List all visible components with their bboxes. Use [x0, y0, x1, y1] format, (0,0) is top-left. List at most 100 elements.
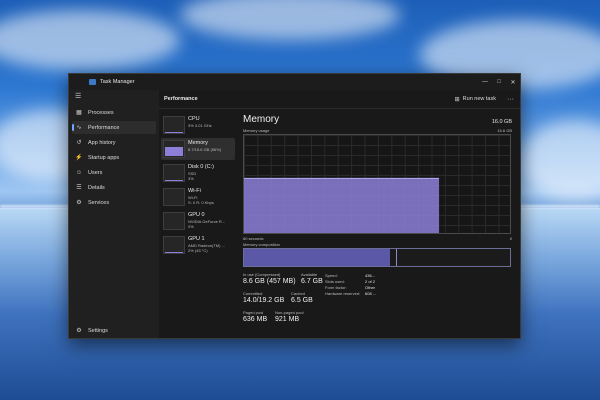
mini-graph-fill [165, 147, 183, 156]
processes-icon: ▦ [76, 110, 82, 116]
stat-paged-pool: Paged pool 636 MB [243, 310, 267, 323]
users-icon: ☺ [75, 169, 83, 176]
card-title: Memory [188, 140, 208, 146]
detail-label: Hardware reserved: [325, 291, 361, 296]
stat-value: 8.6 GB (457 MB) [243, 278, 296, 285]
stat-committed: Committed 14.0/19.2 GB [243, 291, 284, 304]
stat-label: Non-paged pool [275, 310, 304, 315]
title-bar[interactable]: Task Manager — □ ✕ [69, 74, 520, 90]
mini-graph [163, 188, 185, 206]
hamburger-menu-icon[interactable]: ☰ [75, 92, 81, 100]
stat-label: Committed [243, 291, 263, 296]
stat-cached: Cached 6.5 GB [291, 291, 313, 304]
sidebar-item-label: Startup apps [88, 154, 120, 161]
detail-value: 2 of 2 [365, 279, 376, 284]
resource-card-memory[interactable]: Memory 8.7/15.6 GB (56%) [161, 138, 235, 160]
memory-panel: Memory 16.0 GB Memory usage 15.6 GB 60 s… [239, 110, 520, 338]
card-subtitle: 3% 3.01 GHz [188, 123, 212, 128]
task-manager-logo-icon [89, 79, 96, 85]
memory-composition-bar [243, 248, 511, 267]
window-controls: — □ ✕ [478, 74, 520, 90]
window-title: Task Manager [100, 79, 135, 85]
card-subtitle: 8.7/15.6 GB (56%) [188, 147, 222, 152]
minimize-icon[interactable]: — [478, 74, 492, 90]
sidebar-item-startup-apps[interactable]: ⚡ Startup apps [72, 151, 156, 164]
sidebar-item-processes[interactable]: ▦ Processes [72, 106, 156, 119]
detail-value: Other [365, 285, 376, 290]
sidebar: ☰ ▦ Processes ∿ Performance ↺ App histor… [69, 90, 159, 338]
sidebar-item-label: Details [88, 184, 105, 191]
stat-value: 6.7 GB [301, 278, 323, 285]
detail-label: Slots used: [325, 279, 345, 284]
stat-available: Available 6.7 GB [301, 272, 323, 285]
cloud [180, 0, 400, 40]
sidebar-item-app-history[interactable]: ↺ App history [72, 136, 156, 149]
stat-value: 14.0/19.2 GB [243, 297, 285, 304]
task-manager-window: Task Manager — □ ✕ ☰ ▦ Processes ∿ Perfo… [68, 73, 521, 339]
detail-label: Speed: [325, 273, 338, 278]
sidebar-item-performance[interactable]: ∿ Performance [72, 121, 156, 134]
stat-nonpaged-pool: Non-paged pool 921 MB [275, 310, 303, 323]
resource-card-disk[interactable]: Disk 0 (C:) SSD 3% [161, 162, 235, 184]
card-title: Disk 0 (C:) [188, 164, 214, 170]
detail-value: 436... [365, 273, 376, 278]
memory-usage-max: 15.6 GB [497, 128, 512, 133]
memory-usage-graph [243, 134, 511, 234]
history-icon: ↺ [76, 140, 82, 146]
composition-modified [395, 249, 397, 266]
detail-value: 608 ... [365, 291, 377, 296]
sidebar-item-details[interactable]: ☰ Details [72, 181, 156, 194]
settings-icon: ⚙ [76, 328, 82, 334]
performance-icon: ∿ [76, 125, 82, 131]
mini-graph [163, 116, 185, 134]
detail-label: Form factor: [325, 285, 347, 290]
card-value: 2% (45 °C) [188, 248, 208, 253]
memory-usage-chart [244, 177, 440, 233]
card-title: CPU [188, 116, 200, 122]
resource-list: CPU 3% 3.01 GHz Memory 8.7/15.6 GB (56%)… [159, 110, 237, 338]
cloud [0, 10, 180, 70]
stat-in-use: In use (Compressed) 8.6 GB (457 MB) [243, 272, 296, 285]
sidebar-item-services[interactable]: ⚙ Services [72, 196, 156, 209]
graph-time-end: 0 [509, 236, 512, 241]
resource-card-cpu[interactable]: CPU 3% 3.01 GHz [161, 114, 235, 136]
run-new-task-button[interactable]: ⊞ Run new task [455, 96, 496, 103]
graph-time-label: 60 seconds [243, 236, 264, 241]
card-title: GPU 1 [188, 236, 205, 242]
main-content: Performance ⊞ Run new task ··· CPU 3% 3.… [159, 90, 520, 338]
page-title: Performance [164, 96, 198, 102]
mini-graph [163, 164, 185, 182]
memory-total: 16.0 GB [491, 119, 512, 125]
cloud [520, 120, 600, 200]
card-value: 3% [188, 176, 194, 181]
resource-card-wifi[interactable]: Wi-Fi Wi-Fi S: 0 R: 0 Kbps [161, 186, 235, 208]
services-icon: ⚙ [76, 200, 82, 206]
sidebar-item-label: Processes [88, 109, 114, 116]
sidebar-item-label: App history [88, 139, 116, 146]
stat-label: In use (Compressed) [243, 272, 281, 277]
more-options-icon[interactable]: ··· [507, 96, 514, 103]
sidebar-item-users[interactable]: ☺ Users [72, 166, 156, 179]
composition-in-use [244, 249, 391, 266]
resource-card-gpu1[interactable]: GPU 1 AMD Radeon(TM) ... 2% (45 °C) [161, 234, 235, 256]
memory-composition-label: Memory composition [243, 242, 280, 247]
close-icon[interactable]: ✕ [506, 74, 520, 90]
stat-label: Cached [291, 291, 305, 296]
details-icon: ☰ [76, 185, 82, 191]
stat-value: 636 MB [243, 316, 268, 323]
mini-graph [163, 236, 185, 254]
mini-graph [163, 212, 185, 230]
stat-value: 921 MB [275, 316, 300, 323]
panel-title: Memory [243, 114, 280, 125]
resource-card-gpu0[interactable]: GPU 0 NVIDIA GeForce R... 0% [161, 210, 235, 232]
run-new-task-label: Run new task [462, 96, 496, 102]
memory-usage-label: Memory usage [243, 128, 270, 133]
sidebar-item-label: Users [88, 169, 103, 176]
sidebar-item-settings[interactable]: ⚙ Settings [72, 324, 156, 337]
sidebar-item-label: Services [88, 199, 110, 206]
maximize-icon[interactable]: □ [492, 74, 506, 90]
card-title: GPU 0 [188, 212, 205, 218]
card-title: Wi-Fi [188, 188, 201, 194]
run-task-icon: ⊞ [454, 96, 460, 103]
mini-graph [163, 140, 185, 158]
